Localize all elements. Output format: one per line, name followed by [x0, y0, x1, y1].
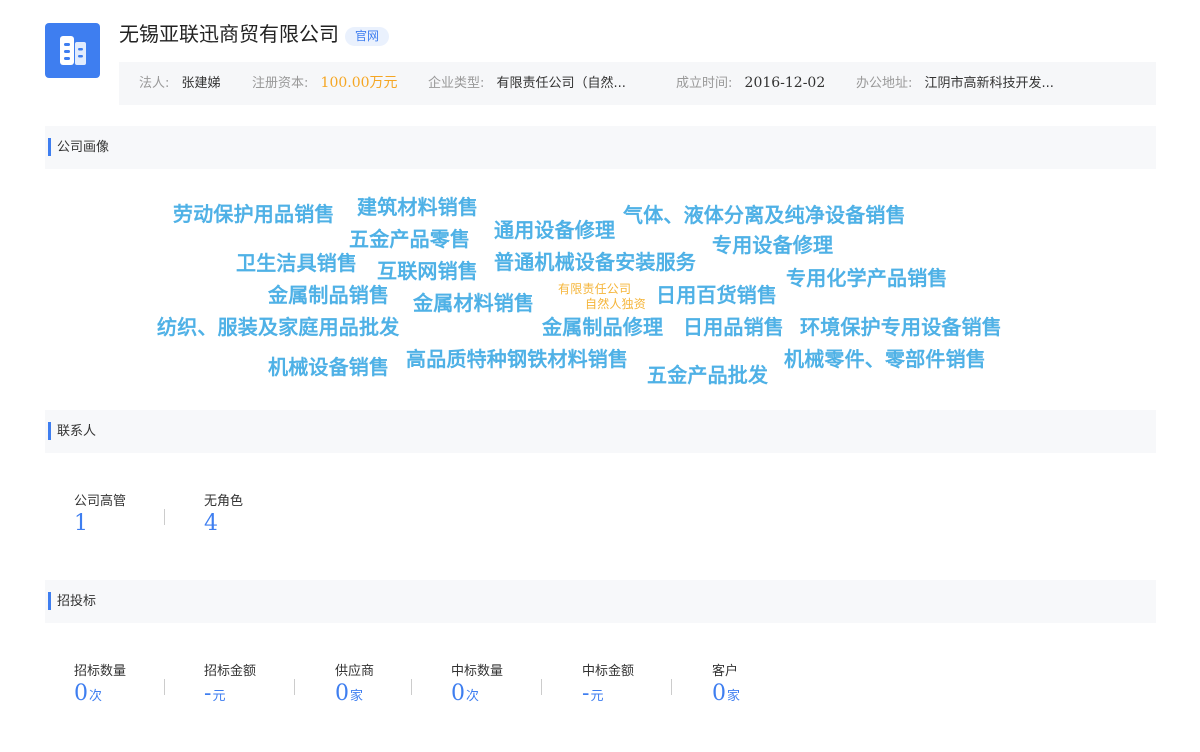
stat-unit: 家	[727, 689, 741, 704]
office-address-value: 江阴市高新科技开发...	[924, 76, 1054, 91]
stat-label: 中标金额	[582, 664, 635, 679]
building-icon	[60, 36, 86, 65]
registered-capital-value: 100.00万元	[320, 75, 398, 91]
section-title: 公司画像	[57, 140, 110, 155]
info-label: 注册资本:	[252, 76, 309, 91]
company-info-bar: 法人: 张建娣 注册资本: 100.00万元 企业类型: 有限责任公司（自然..…	[119, 62, 1156, 105]
stat-value[interactable]: -	[582, 681, 589, 706]
contact-stat-no-role[interactable]: 无角色 4	[204, 494, 243, 538]
stat-value[interactable]: 0	[335, 681, 349, 706]
word-cloud-tag: 金属制品销售	[268, 283, 390, 307]
stat-label: 中标数量	[451, 664, 504, 679]
word-cloud-tag: 互联网销售	[377, 259, 478, 283]
company-name: 无锡亚联迅商贸有限公司	[119, 22, 339, 46]
word-cloud-tag: 机械设备销售	[268, 355, 390, 379]
bid-stat-suppliers[interactable]: 供应商 0家	[335, 664, 374, 708]
info-label: 成立时间:	[676, 76, 733, 91]
stat-label: 公司高管	[74, 494, 127, 509]
info-label: 法人:	[139, 76, 170, 91]
stat-unit: 次	[466, 689, 480, 704]
stat-value[interactable]: 0	[451, 681, 465, 706]
stat-unit: 次	[89, 689, 103, 704]
word-cloud-tag: 五金产品批发	[647, 363, 769, 387]
info-office-address: 办公地址: 江阴市高新科技开发...	[856, 62, 1054, 105]
stat-label: 客户	[712, 664, 739, 679]
company-logo	[45, 23, 100, 78]
stat-divider	[411, 679, 412, 695]
stat-value[interactable]: 0	[712, 681, 726, 706]
info-established-date: 成立时间: 2016-12-02	[676, 62, 825, 105]
word-cloud-tag: 日用品销售	[683, 315, 784, 339]
word-cloud-tag: 高品质特种钢铁材料销售	[406, 347, 629, 371]
stat-value[interactable]: -	[204, 681, 211, 706]
word-cloud-tag: 建筑材料销售	[357, 195, 479, 219]
section-accent-bar	[48, 422, 51, 440]
bid-stat-win-count[interactable]: 中标数量 0次	[451, 664, 503, 708]
word-cloud-tag: 专用化学产品销售	[786, 266, 948, 290]
stat-divider	[164, 679, 165, 695]
contact-stat-executives[interactable]: 公司高管 1	[74, 494, 126, 538]
info-label: 企业类型:	[428, 76, 485, 91]
official-site-badge[interactable]: 官网	[345, 27, 390, 46]
section-header-contacts: 联系人	[45, 410, 1156, 453]
section-header-portrait: 公司画像	[45, 126, 1156, 169]
legal-person-value[interactable]: 张建娣	[182, 76, 221, 91]
bid-stat-tender-amount[interactable]: 招标金额 -元	[204, 664, 256, 708]
word-cloud-tag: 环境保护专用设备销售	[800, 315, 1002, 339]
info-company-type: 企业类型: 有限责任公司（自然...	[428, 62, 626, 105]
word-cloud-tag: 金属制品修理	[542, 315, 664, 339]
section-accent-bar	[48, 592, 51, 610]
bid-stat-customers[interactable]: 客户 0家	[712, 664, 740, 708]
stat-unit: 家	[350, 689, 364, 704]
word-cloud-tag: 卫生洁具销售	[236, 251, 358, 275]
word-cloud-tag: 日用百货销售	[656, 283, 778, 307]
stat-value[interactable]: 0	[74, 681, 88, 706]
stat-label: 招标金额	[204, 664, 257, 679]
stat-divider	[294, 679, 295, 695]
stat-label: 供应商	[335, 664, 375, 679]
stat-value[interactable]: 1	[74, 510, 126, 538]
info-label: 办公地址:	[856, 76, 913, 91]
section-accent-bar	[48, 138, 51, 156]
section-header-bidding: 招投标	[45, 580, 1156, 623]
stat-divider	[164, 509, 165, 525]
word-cloud-tag: 金属材料销售	[413, 291, 535, 315]
word-cloud-tag: 自然人独资	[585, 297, 647, 311]
bid-stat-tender-count[interactable]: 招标数量 0次	[74, 664, 126, 708]
word-cloud-tag: 普通机械设备安装服务	[494, 250, 696, 274]
section-title: 招投标	[57, 594, 97, 609]
word-cloud-tag: 五金产品零售	[349, 227, 471, 251]
info-registered-capital: 注册资本: 100.00万元	[252, 62, 398, 105]
word-cloud-tag: 机械零件、零部件销售	[784, 347, 986, 371]
info-legal-person: 法人: 张建娣	[139, 62, 221, 105]
word-cloud-tag: 劳动保护用品销售	[173, 202, 335, 226]
stat-unit: 元	[590, 689, 604, 704]
stat-label: 招标数量	[74, 664, 127, 679]
bid-stat-win-amount[interactable]: 中标金额 -元	[582, 664, 634, 708]
stat-value[interactable]: 4	[204, 510, 243, 538]
company-type-value: 有限责任公司（自然...	[496, 76, 626, 91]
section-title: 联系人	[57, 424, 97, 439]
word-cloud-tag: 纺织、服装及家庭用品批发	[157, 315, 400, 339]
stat-divider	[671, 679, 672, 695]
stat-unit: 元	[212, 689, 226, 704]
word-cloud-tag: 通用设备修理	[494, 218, 616, 242]
word-cloud-tag: 气体、液体分离及纯净设备销售	[623, 203, 906, 227]
stat-label: 无角色	[204, 494, 244, 509]
word-cloud-tag: 专用设备修理	[712, 233, 834, 257]
established-date-value: 2016-12-02	[744, 75, 826, 91]
stat-divider	[541, 679, 542, 695]
